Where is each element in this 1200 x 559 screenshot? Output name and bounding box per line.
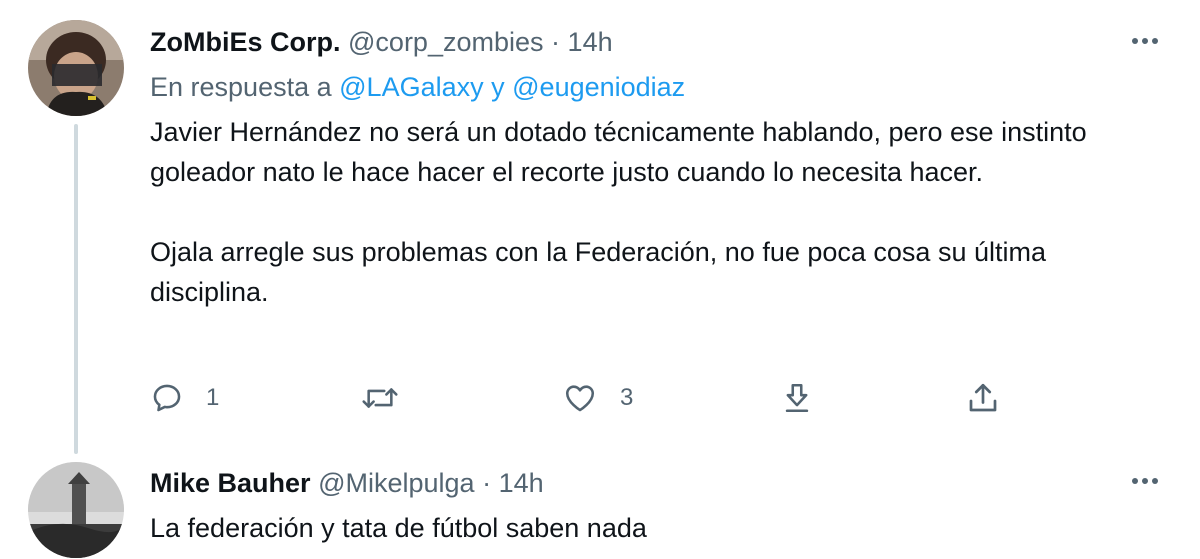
avatar-image — [28, 462, 124, 558]
mention-link[interactable]: @LAGalaxy — [339, 72, 483, 102]
tweet-reply[interactable]: ZoMbiEs Corp. @corp_zombies · 14h En res… — [0, 0, 1200, 454]
tweet-header: Mike Bauher @Mikelpulga · 14h — [150, 466, 544, 500]
share-button[interactable] — [965, 378, 1001, 418]
more-horizontal-icon — [1132, 38, 1158, 44]
reply-count: 1 — [206, 384, 220, 411]
tweet-paragraph: La federación y tata de fútbol saben nad… — [150, 513, 647, 543]
separator-dot: · — [551, 27, 561, 57]
mention-conjunction: y — [491, 72, 505, 102]
more-options-button[interactable] — [1125, 24, 1165, 58]
retweet-button[interactable] — [360, 378, 400, 418]
like-icon — [565, 385, 595, 412]
timestamp[interactable]: 14h — [568, 27, 613, 57]
bookmark-button[interactable] — [780, 378, 814, 418]
user-handle[interactable]: @Mikelpulga — [318, 468, 474, 498]
timestamp[interactable]: 14h — [499, 468, 544, 498]
avatar-image — [28, 20, 124, 116]
bookmark-icon — [785, 383, 809, 413]
more-horizontal-icon — [1132, 478, 1158, 484]
more-options-button[interactable] — [1125, 464, 1165, 498]
like-count: 3 — [620, 384, 634, 411]
separator-dot: · — [482, 468, 492, 498]
share-icon — [969, 383, 997, 412]
display-name[interactable]: ZoMbiEs Corp. — [150, 27, 341, 57]
reply-button[interactable]: 1 — [150, 378, 219, 418]
retweet-icon — [362, 388, 398, 408]
tweet-text: Javier Hernández no será un dotado técni… — [150, 112, 1160, 312]
tweet-text: La federación y tata de fútbol saben nad… — [150, 508, 1160, 548]
thread-line — [74, 124, 78, 454]
replying-to: En respuesta a @LAGalaxy y @eugeniodiaz — [150, 70, 685, 104]
display-name[interactable]: Mike Bauher — [150, 468, 311, 498]
replying-to-label: En respuesta a — [150, 72, 332, 102]
avatar[interactable] — [28, 20, 124, 116]
tweet-reply[interactable]: Mike Bauher @Mikelpulga · 14h La federac… — [0, 450, 1200, 559]
reply-icon — [153, 384, 181, 412]
mention-link[interactable]: @eugeniodiaz — [512, 72, 685, 102]
tweet-header: ZoMbiEs Corp. @corp_zombies · 14h — [150, 25, 613, 59]
tweet-actions: 1 3 — [150, 378, 1050, 418]
tweet-paragraph: Javier Hernández no será un dotado técni… — [150, 117, 1087, 187]
like-button[interactable]: 3 — [562, 378, 633, 418]
user-handle[interactable]: @corp_zombies — [348, 27, 544, 57]
avatar[interactable] — [28, 462, 124, 558]
tweet-paragraph: Ojala arregle sus problemas con la Feder… — [150, 237, 1046, 307]
